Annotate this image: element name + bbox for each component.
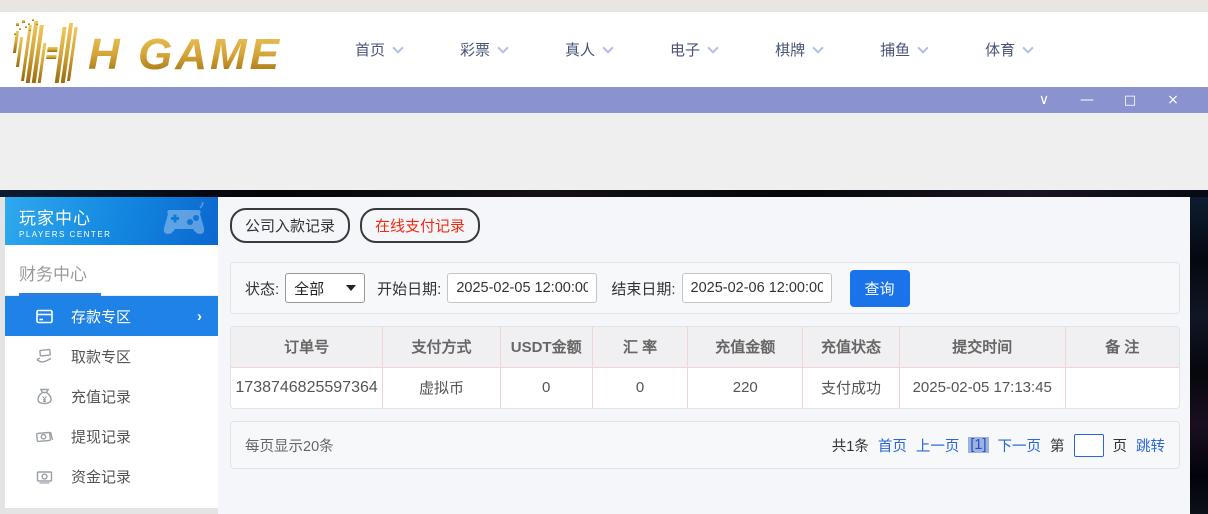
main-panel: 公司入款记录 在线支付记录 状态: 全部 开始日期: 结束日期: 查询	[218, 197, 1190, 514]
cell-remark	[1065, 366, 1179, 408]
pagination-bar: 每页显示20条 共1条 首页 上一页 [1] 下一页 第 页 跳转	[230, 421, 1180, 469]
filter-bar: 状态: 全部 开始日期: 结束日期: 查询	[230, 262, 1180, 314]
jump-suffix: 页	[1112, 438, 1128, 455]
sidebar-item-withdraw-zone[interactable]: 取款专区	[5, 336, 218, 376]
col-payment-method: 支付方式	[382, 327, 501, 367]
sidebar-item-deposit-zone[interactable]: 存款专区 ›	[5, 296, 218, 336]
tab-online-payment-records[interactable]: 在线支付记录	[360, 208, 481, 243]
col-exchange-rate: 汇 率	[592, 327, 689, 367]
window-titlebar: ∨ — □ ×	[0, 87, 1208, 113]
table-row: 1738746825597364 虚拟币 0 0 220 支付成功 2025-0…	[231, 366, 1179, 408]
window-close-icon[interactable]: ×	[1165, 93, 1181, 107]
cell-order-number: 1738746825597364	[231, 366, 384, 408]
banner-strip	[0, 190, 1208, 197]
chevron-down-icon	[917, 41, 929, 54]
finance-center-section: 财务中心	[5, 245, 218, 296]
start-date-label: 开始日期:	[377, 280, 442, 298]
window-minimize-icon[interactable]: —	[1079, 93, 1095, 107]
gamepad-icon	[163, 202, 205, 234]
jump-page-input[interactable]	[1073, 433, 1104, 457]
cell-recharge-status: 支付成功	[802, 366, 900, 408]
sidebar-item-label: 充值记录	[71, 388, 132, 406]
page-size-text: 每页显示20条	[245, 438, 334, 455]
page: H GAME 首页 彩票 真人 电子 棋牌 捕鱼 体育 ∨ — □ × 玩家中心…	[0, 0, 1208, 514]
sidebar-item-withdrawal-records[interactable]: 提现记录	[5, 416, 218, 456]
col-submit-time: 提交时间	[899, 327, 1066, 367]
chevron-down-icon	[497, 41, 509, 54]
select-arrow-icon	[346, 285, 357, 291]
sidebar-menu: 存款专区 › 取款专区 充值记录 提现记录 资金记录	[5, 296, 218, 508]
current-page: [1]	[968, 437, 989, 453]
col-recharge-amount: 充值金额	[687, 327, 804, 367]
end-date-input[interactable]	[681, 273, 832, 303]
chevron-down-icon	[602, 41, 614, 54]
window-chevron-icon[interactable]: ∨	[1036, 93, 1052, 107]
finance-center-label: 财务中心	[19, 265, 87, 284]
sidebar-item-fund-records[interactable]: 资金记录	[5, 456, 218, 496]
sidebar: 玩家中心 PLAYERS CENTER 财务中心 存款专区 › 取款专区 充值记…	[5, 197, 218, 508]
nav-item-fishing[interactable]: 捕鱼	[880, 39, 929, 60]
sidebar-item-label: 利息宝记录	[71, 506, 146, 509]
window-frame-right	[1190, 197, 1208, 514]
cell-payment-method: 虚拟币	[382, 366, 501, 408]
nav-item-sports[interactable]: 体育	[985, 39, 1034, 60]
pager-controls: 共1条 首页 上一页 [1] 下一页 第 页 跳转	[831, 433, 1165, 457]
hand-money-icon	[36, 348, 52, 363]
chevron-right-icon: ›	[197, 307, 202, 325]
nav-item-live[interactable]: 真人	[565, 39, 614, 60]
nav-item-slots[interactable]: 电子	[670, 39, 719, 60]
sidebar-item-label: 取款专区	[71, 348, 132, 366]
status-select[interactable]: 全部	[285, 273, 366, 303]
col-recharge-status: 充值状态	[802, 327, 900, 367]
first-page-link[interactable]: 首页	[878, 435, 907, 456]
cell-usdt-amount: 0	[500, 366, 593, 408]
cell-recharge-amount: 220	[687, 366, 804, 408]
sidebar-item-label: 存款专区	[71, 308, 132, 326]
chevron-down-icon	[707, 41, 719, 54]
cell-submit-time: 2025-02-05 17:13:45	[899, 366, 1066, 408]
logo-text: H GAME	[88, 30, 280, 79]
hgame-logo: H GAME	[12, 18, 280, 83]
nav-item-home[interactable]: 首页	[355, 39, 404, 60]
chevron-down-icon	[812, 41, 824, 54]
sidebar-item-label: 提现记录	[71, 428, 132, 446]
main-nav: 首页 彩票 真人 电子 棋牌 捕鱼 体育	[326, 39, 1061, 60]
jump-prefix: 第	[1050, 438, 1065, 455]
table-header-row: 订单号 支付方式 USDT金额 汇 率 充值金额 充值状态 提交时间 备 注	[231, 327, 1179, 367]
jump-button[interactable]: 跳转	[1136, 435, 1165, 456]
start-date-input[interactable]	[447, 273, 598, 303]
total-count: 共1条	[831, 438, 869, 455]
window-maximize-icon[interactable]: □	[1122, 94, 1138, 107]
sidebar-item-clipped[interactable]: 利息宝记录	[5, 496, 218, 508]
window-frame-top	[0, 0, 1208, 12]
chevron-down-icon	[392, 41, 404, 54]
banknote-icon	[36, 431, 54, 442]
money-bag-icon	[37, 388, 52, 404]
chevron-down-icon	[1022, 41, 1034, 54]
empty-band	[0, 113, 1208, 190]
col-order-number: 订单号	[231, 327, 384, 367]
cell-exchange-rate: 0	[592, 366, 689, 408]
end-date-label: 结束日期:	[611, 280, 676, 298]
query-button[interactable]: 查询	[849, 269, 910, 307]
tab-company-deposit-records[interactable]: 公司入款记录	[230, 208, 351, 243]
site-header: H GAME 首页 彩票 真人 电子 棋牌 捕鱼 体育	[0, 12, 1208, 87]
prev-page-link[interactable]: 上一页	[916, 435, 960, 456]
status-label: 状态:	[245, 280, 280, 298]
players-center-header: 玩家中心 PLAYERS CENTER	[5, 197, 218, 245]
sidebar-item-label: 资金记录	[71, 468, 132, 486]
content-region: 玩家中心 PLAYERS CENTER 财务中心 存款专区 › 取款专区 充值记…	[0, 197, 1208, 514]
records-table: 订单号 支付方式 USDT金额 汇 率 充值金额 充值状态 提交时间 备 注 1	[230, 326, 1180, 409]
nav-item-cards[interactable]: 棋牌	[775, 39, 824, 60]
record-icon	[35, 507, 54, 509]
deposit-card-icon	[36, 309, 53, 323]
money-stack-icon	[36, 470, 53, 484]
next-page-link[interactable]: 下一页	[998, 435, 1042, 456]
col-usdt-amount: USDT金额	[500, 327, 593, 367]
col-remark: 备 注	[1065, 327, 1179, 367]
status-select-value: 全部	[294, 280, 325, 298]
record-tabs: 公司入款记录 在线支付记录	[230, 208, 1180, 243]
nav-item-lottery[interactable]: 彩票	[460, 39, 509, 60]
sidebar-item-recharge-records[interactable]: 充值记录	[5, 376, 218, 416]
